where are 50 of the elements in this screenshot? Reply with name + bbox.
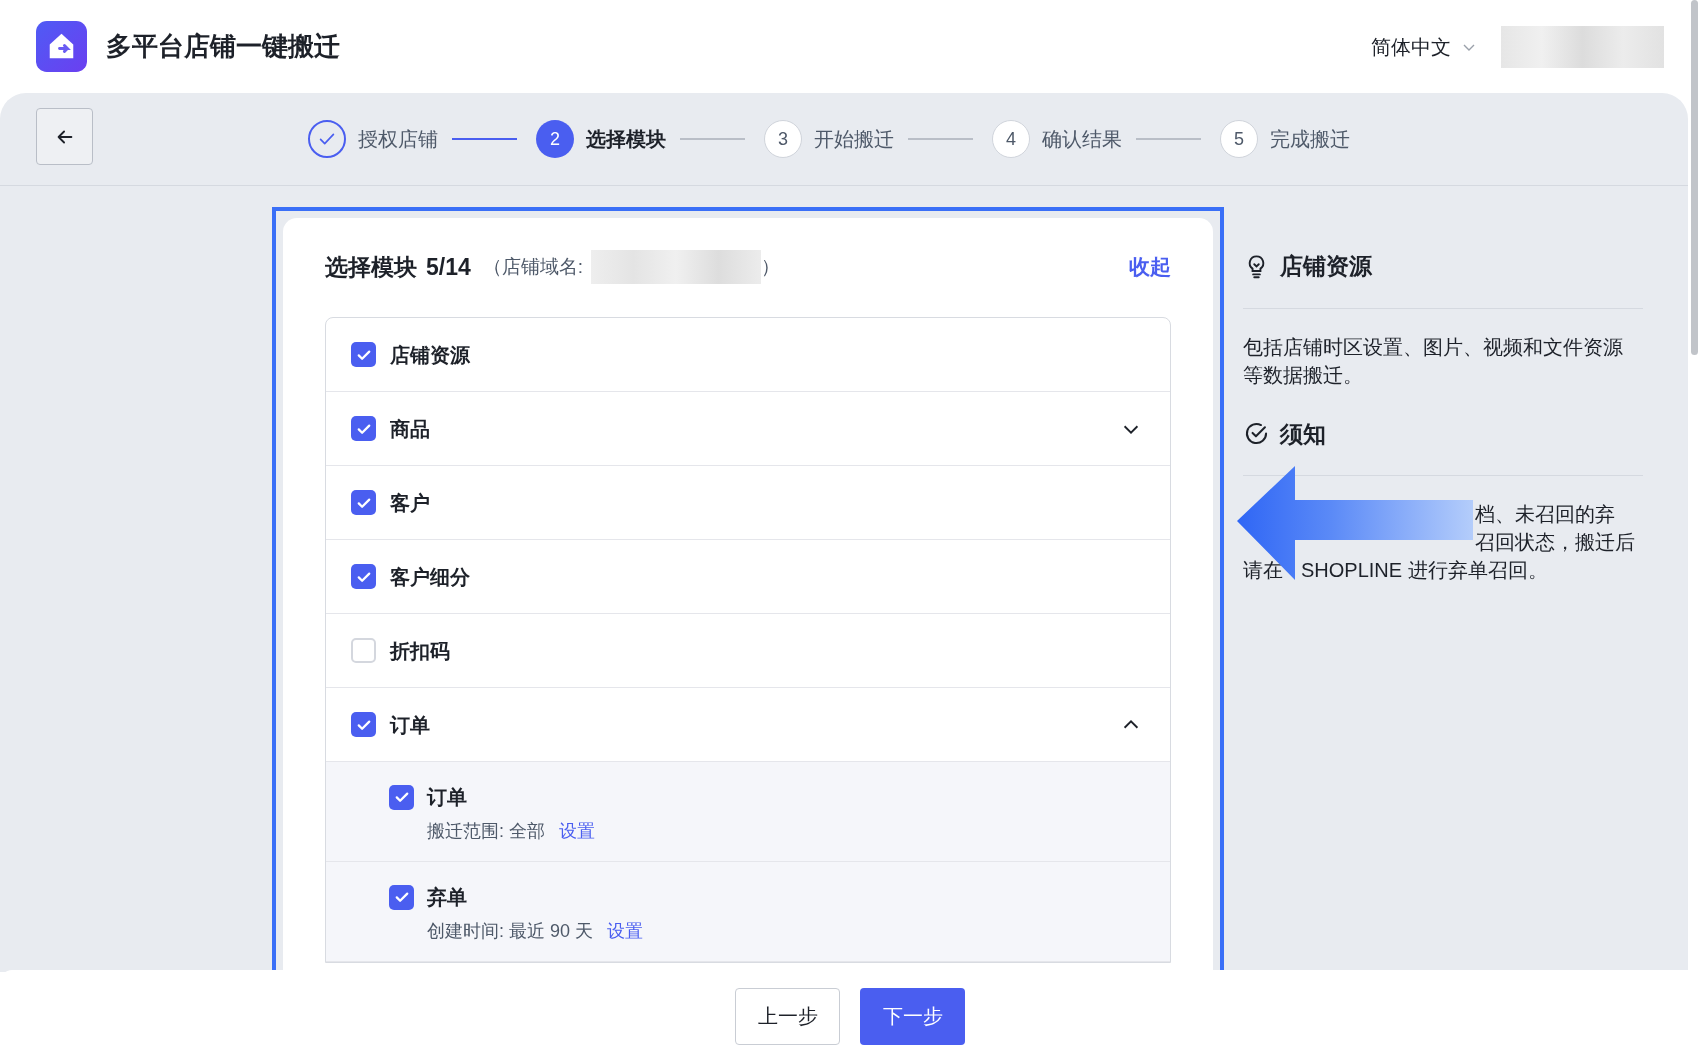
next-button[interactable]: 下一步 — [860, 987, 965, 1045]
step[interactable]: 授权店铺 — [308, 120, 438, 158]
step[interactable]: 3 开始搬迁 — [764, 120, 894, 158]
checkbox[interactable] — [351, 564, 376, 589]
module-row[interactable]: 折扣码 — [326, 614, 1170, 688]
section-title: 店铺资源 — [1280, 252, 1372, 281]
module-label: 客户 — [390, 490, 430, 516]
notice-text: 档、未召回的弃 — [1475, 503, 1615, 525]
checkbox[interactable] — [351, 638, 376, 663]
step[interactable]: 4 确认结果 — [992, 120, 1122, 158]
previous-button[interactable]: 上一步 — [735, 987, 840, 1045]
sub-module-label: 订单 — [427, 785, 467, 810]
module-label: 折扣码 — [390, 638, 450, 664]
checkbox[interactable] — [389, 884, 414, 910]
domain-bracket: ） — [761, 254, 781, 279]
checkbox[interactable] — [351, 342, 376, 367]
module-row[interactable]: 商品 — [326, 392, 1170, 466]
notice-text: 请在 — [1243, 558, 1283, 583]
section-title: 须知 — [1280, 419, 1326, 449]
checkbox[interactable] — [351, 416, 376, 441]
app-logo-icon — [36, 21, 87, 72]
checkbox[interactable] — [351, 490, 376, 515]
card-title: 选择模块 — [325, 252, 417, 282]
notice-text: 召回状态，搬迁后 — [1475, 531, 1635, 553]
domain-label: （店铺域名: — [482, 254, 584, 279]
step[interactable]: 5 完成搬迁 — [1220, 120, 1350, 158]
step[interactable]: 2 选择模块 — [536, 120, 666, 158]
scope-text: 搬迁范围: 全部 — [427, 820, 545, 843]
sub-module-row[interactable]: 弃单 创建时间: 最近 90 天 设置 — [326, 862, 1170, 962]
module-label: 商品 — [390, 416, 430, 442]
module-label: 订单 — [390, 712, 430, 738]
module-label: 客户细分 — [390, 564, 470, 590]
settings-link[interactable]: 设置 — [559, 818, 595, 845]
checkbox[interactable] — [389, 784, 414, 810]
module-row[interactable]: 客户细分 — [326, 540, 1170, 614]
app-title: 多平台店铺一键搬迁 — [106, 30, 340, 63]
checkbox[interactable] — [351, 712, 376, 737]
scrollbar-thumb[interactable] — [1691, 0, 1698, 355]
module-row[interactable]: 店铺资源 — [326, 318, 1170, 392]
sub-module-row[interactable]: 订单 搬迁范围: 全部 设置 — [326, 762, 1170, 862]
selected-count: 5/14 — [426, 252, 471, 282]
module-label: 店铺资源 — [390, 342, 470, 368]
language-select[interactable]: 简体中文 — [1371, 31, 1477, 62]
section-description: 包括店铺时区设置、图片、视频和文件资源 等数据搬迁。 — [1243, 334, 1624, 388]
collapse-link[interactable]: 收起 — [1129, 251, 1171, 283]
module-row[interactable]: 客户 — [326, 466, 1170, 540]
sub-module-label: 弃单 — [427, 885, 467, 910]
notice-text: SHOPLINE 进行弃单召回。 — [1301, 558, 1548, 583]
scope-text: 创建时间: 最近 90 天 — [427, 920, 594, 943]
settings-link[interactable]: 设置 — [607, 918, 644, 945]
